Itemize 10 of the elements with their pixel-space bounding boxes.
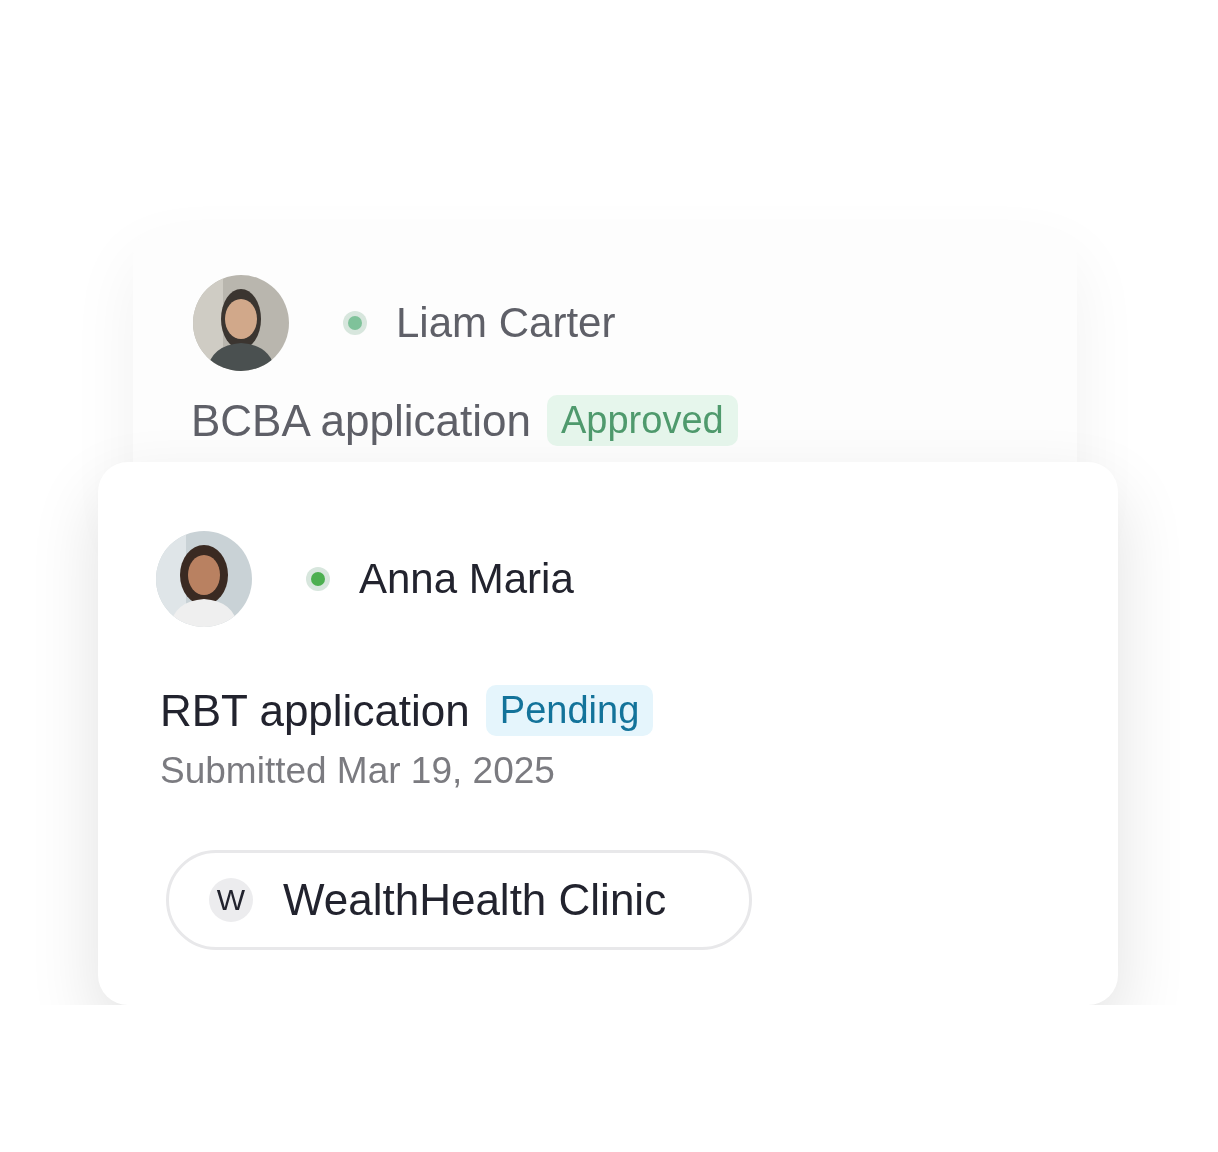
status-badge: Pending	[485, 685, 654, 736]
clinic-initial-icon: W	[209, 878, 253, 922]
person-name: Anna Maria	[359, 558, 574, 600]
application-title: RBT application	[160, 685, 470, 736]
application-title: BCBA application	[191, 395, 531, 446]
status-badge: Approved	[547, 395, 738, 446]
clinic-chip[interactable]: W WealthHealth Clinic	[166, 850, 752, 950]
clinic-name: WealthHealth Clinic	[283, 875, 667, 925]
person-name: Liam Carter	[396, 302, 616, 344]
submitted-date: Submitted Mar 19, 2025	[160, 750, 556, 792]
